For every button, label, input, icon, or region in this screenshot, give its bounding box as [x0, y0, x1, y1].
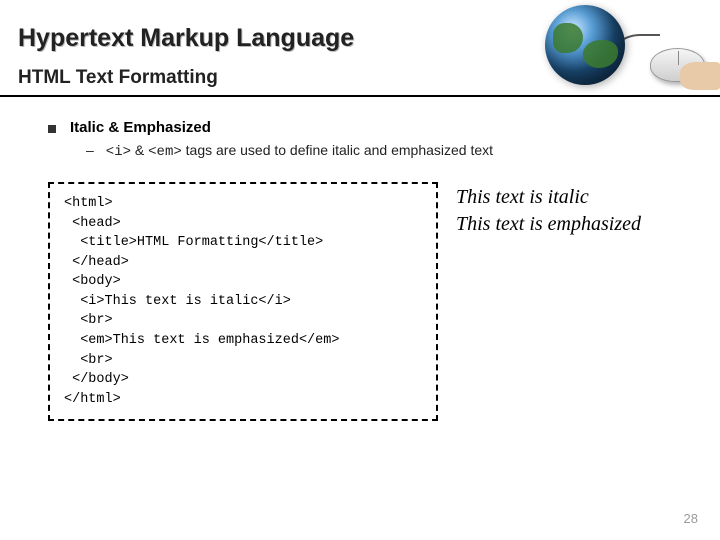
header-decoration	[510, 0, 720, 100]
globe-icon	[545, 5, 625, 85]
code-inline-i: <i>	[106, 144, 131, 160]
sub-rest: tags are used to define italic and empha…	[182, 142, 493, 158]
code-output-columns: <html> <head> <title>HTML Formatting</ti…	[48, 182, 692, 421]
amp-text: &	[131, 142, 148, 158]
bullet-heading: Italic & Emphasized	[70, 119, 211, 136]
square-bullet-icon	[48, 125, 56, 133]
page-number: 28	[684, 511, 698, 526]
output-line-2: This text is emphasized	[456, 211, 692, 238]
code-inline-em: <em>	[148, 144, 182, 160]
hand-icon	[680, 62, 720, 90]
dash-icon: –	[86, 142, 94, 158]
content-area: Italic & Emphasized – <i> & <em> tags ar…	[0, 97, 720, 421]
sub-bullet-text: <i> & <em> tags are used to define itali…	[106, 142, 493, 160]
sub-bullet: – <i> & <em> tags are used to define ita…	[86, 142, 692, 160]
output-block: This text is italic This text is emphasi…	[456, 182, 692, 421]
code-block: <html> <head> <title>HTML Formatting</ti…	[48, 182, 438, 421]
bullet-item: Italic & Emphasized	[48, 119, 692, 136]
output-line-1: This text is italic	[456, 184, 692, 211]
